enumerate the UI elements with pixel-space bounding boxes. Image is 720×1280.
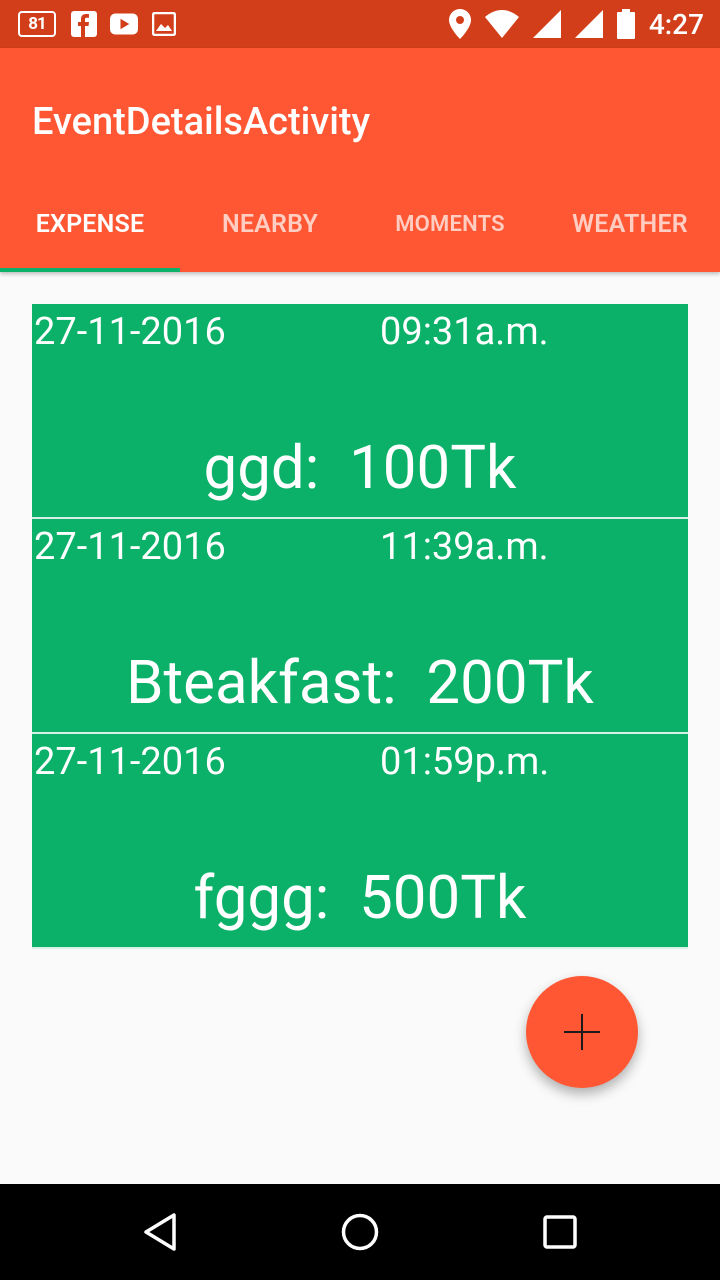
expense-time: 09:31a.m. — [380, 310, 549, 354]
back-icon[interactable] — [140, 1212, 180, 1252]
plus-icon — [564, 1014, 600, 1050]
clock: 4:27 — [648, 7, 704, 41]
tab-expense[interactable]: EXPENSE — [0, 176, 180, 272]
expense-amount: fggg: 500Tk — [193, 862, 527, 933]
status-bar: 81 4:27 — [0, 0, 720, 48]
expense-item[interactable]: 27-11-2016 11:39a.m. Bteakfast: 200Tk — [32, 519, 688, 734]
tab-nearby[interactable]: NEARBY — [180, 176, 360, 272]
signal-icon — [532, 10, 561, 38]
battery-badge-icon: 81 — [18, 11, 56, 37]
page-title: EventDetailsActivity — [32, 100, 371, 144]
recents-icon[interactable] — [540, 1212, 580, 1252]
expense-amount: Bteakfast: 200Tk — [126, 647, 594, 718]
tab-weather[interactable]: WEATHER — [540, 176, 720, 272]
home-icon[interactable] — [340, 1212, 380, 1252]
expense-list: 27-11-2016 09:31a.m. ggd: 100Tk 27-11-20… — [32, 304, 688, 949]
facebook-icon — [70, 10, 98, 38]
tab-indicator — [0, 268, 180, 272]
expense-time: 11:39a.m. — [380, 525, 549, 569]
add-expense-button[interactable] — [526, 976, 638, 1088]
app-bar: EventDetailsActivity EXPENSE NEARBY MOME… — [0, 48, 720, 272]
expense-date: 27-11-2016 — [34, 525, 226, 569]
image-icon — [150, 10, 178, 38]
expense-item[interactable]: 27-11-2016 09:31a.m. ggd: 100Tk — [32, 304, 688, 519]
expense-date: 27-11-2016 — [34, 310, 226, 354]
expense-date: 27-11-2016 — [34, 740, 226, 784]
expense-item[interactable]: 27-11-2016 01:59p.m. fggg: 500Tk — [32, 734, 688, 949]
location-icon — [448, 9, 471, 39]
expense-time: 01:59p.m. — [380, 740, 550, 784]
signal-icon-2 — [574, 10, 603, 38]
expense-amount: ggd: 100Tk — [203, 432, 517, 503]
navigation-bar — [0, 1184, 720, 1280]
tab-moments[interactable]: MOMENTS — [360, 176, 540, 272]
tab-bar: EXPENSE NEARBY MOMENTS WEATHER — [0, 176, 720, 272]
wifi-icon — [484, 10, 519, 38]
battery-icon — [616, 9, 635, 39]
youtube-icon — [110, 10, 138, 38]
